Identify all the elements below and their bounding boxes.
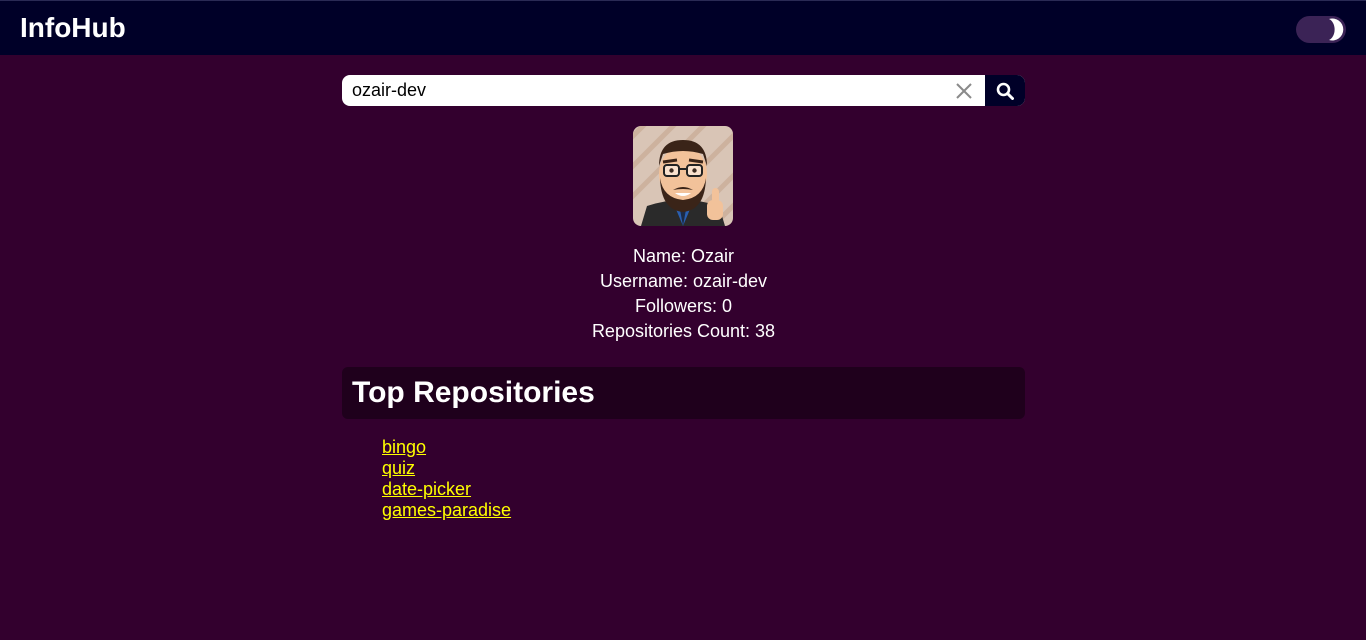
search-input[interactable] [342, 75, 942, 106]
repo-link-date-picker[interactable]: date-picker [382, 479, 471, 499]
search-bar [342, 75, 1025, 106]
theme-toggle[interactable] [1296, 16, 1346, 43]
list-item: bingo [382, 437, 511, 458]
profile-info: Name: Ozair Username: ozair-dev Follower… [342, 244, 1025, 344]
repo-list: bingo quiz date-picker games-paradise [382, 437, 511, 521]
repo-link-bingo[interactable]: bingo [382, 437, 426, 457]
close-icon [956, 83, 972, 99]
moon-icon [1329, 18, 1344, 41]
brand-title[interactable]: InfoHub [20, 11, 126, 45]
list-item: quiz [382, 458, 511, 479]
profile-followers: Followers: 0 [634, 296, 733, 316]
search-button[interactable] [985, 75, 1025, 106]
avatar-image [633, 126, 733, 226]
clear-search-button[interactable] [950, 83, 980, 101]
profile-repo-count: Repositories Count: 38 [591, 321, 776, 341]
search-icon [996, 82, 1014, 100]
app-header: InfoHub [0, 0, 1366, 55]
profile-username: Username: ozair-dev [599, 271, 768, 291]
top-repositories-heading: Top Repositories [352, 376, 595, 409]
avatar [633, 126, 733, 226]
list-item: games-paradise [382, 500, 511, 521]
repo-link-quiz[interactable]: quiz [382, 458, 415, 478]
top-repositories-panel: Top Repositories [342, 367, 1025, 419]
repo-link-games-paradise[interactable]: games-paradise [382, 500, 511, 520]
list-item: date-picker [382, 479, 511, 500]
profile-name: Name: Ozair [632, 246, 735, 266]
